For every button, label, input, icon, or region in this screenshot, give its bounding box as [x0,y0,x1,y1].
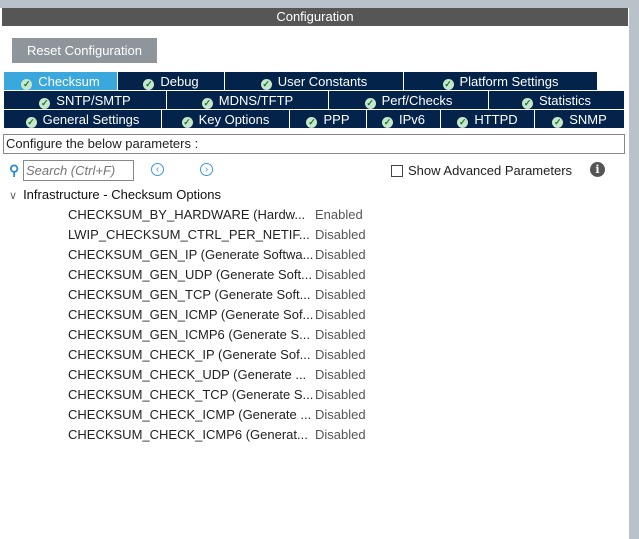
parameter-value[interactable]: Disabled [315,267,366,282]
parameter-name[interactable]: CHECKSUM_CHECK_TCP (Generate S... [68,387,313,402]
tab-row-2: ✓ SNTP/SMTP ✓ MDNS/TFTP ✓ Perf/Checks ✓ Statist… [4,91,625,110]
panel-title: Configuration [2,8,628,26]
tab-label: User Constants [277,74,368,89]
tab-user-constants[interactable]: ✓ User Constants [225,72,404,91]
tab-label: Platform Settings [459,74,559,89]
tab-ppp[interactable]: ✓ PPP [290,110,367,129]
check-circle-icon: ✓ [306,117,318,128]
parameter-name[interactable]: CHECKSUM_CHECK_UDP (Generate ... [68,367,306,382]
tab-label: Statistics [538,93,591,108]
check-circle-icon: ✓ [39,98,51,109]
check-circle-icon: ✓ [381,117,393,128]
tab-sntp-smtp[interactable]: ✓ SNTP/SMTP [4,91,167,110]
tab-perf-checks[interactable]: ✓ Perf/Checks [329,91,489,110]
tab-row-1: ✓ Checksum ✓ Debug ✓ User Constants ✓ Platform … [4,72,625,91]
tab-key-options[interactable]: ✓ Key Options [162,110,290,129]
tab-label: HTTPD [474,112,518,127]
check-circle-icon: ✓ [364,98,376,109]
parameter-value[interactable]: Enabled [315,207,363,222]
check-circle-icon: ✓ [552,117,564,128]
tab-general-settings[interactable]: ✓ General Settings [4,110,162,129]
check-circle-icon: ✓ [25,117,37,128]
next-icon[interactable]: › [200,163,213,176]
show-advanced-label: Show Advanced Parameters [408,163,573,178]
info-icon[interactable]: i [590,162,605,177]
check-circle-icon: ✓ [21,79,33,90]
parameter-value[interactable]: Disabled [315,427,366,442]
check-circle-icon: ✓ [457,117,469,128]
check-circle-icon: ✓ [260,79,272,90]
reset-configuration-button[interactable]: Reset Configuration [12,38,157,63]
check-circle-icon: ✓ [201,98,213,109]
parameter-value[interactable]: Disabled [315,407,366,422]
parameter-name[interactable]: CHECKSUM_CHECK_ICMP6 (Generat... [68,427,308,442]
tab-label: MDNS/TFTP [218,93,294,108]
tab-mdns-tftp[interactable]: ✓ MDNS/TFTP [167,91,329,110]
parameter-value[interactable]: Disabled [315,347,366,362]
parameter-name[interactable]: CHECKSUM_GEN_IP (Generate Softwa... [68,247,313,262]
parameter-value[interactable]: Disabled [315,247,366,262]
search-icon: ⚲ [9,162,20,178]
chevron-down-icon[interactable]: ∨ [9,190,17,202]
tab-debug[interactable]: ✓ Debug [118,72,225,91]
check-circle-icon: ✓ [143,79,155,90]
check-circle-icon: ✓ [521,98,533,109]
show-advanced-checkbox[interactable]: Show Advanced Parameters [391,163,572,178]
parameter-value[interactable]: Disabled [315,327,366,342]
parameter-name[interactable]: CHECKSUM_CHECK_IP (Generate Sof... [68,347,311,362]
group-label: Infrastructure - Checksum Options [23,187,222,202]
parameter-name[interactable]: LWIP_CHECKSUM_CTRL_PER_NETIF... [68,227,310,242]
parameter-name[interactable]: CHECKSUM_CHECK_ICMP (Generate ... [68,407,311,422]
check-circle-icon: ✓ [181,117,193,128]
parameter-name[interactable]: CHECKSUM_BY_HARDWARE (Hardw... [68,207,305,222]
parameter-name[interactable]: CHECKSUM_GEN_UDP (Generate Soft... [68,267,312,282]
tab-label: Perf/Checks [381,93,453,108]
tab-statistics[interactable]: ✓ Statistics [489,91,625,110]
tab-label: SNMP [569,112,607,127]
tab-label: Key Options [198,112,270,127]
tab-label: Debug [160,74,199,89]
parameter-name[interactable]: CHECKSUM_GEN_ICMP (Generate Sof... [68,307,313,322]
parameter-value[interactable]: Disabled [315,227,366,242]
tab-row-3: ✓ General Settings ✓ Key Options ✓ PPP ✓ IPv6 ✓ H… [4,110,625,129]
tab-label: SNTP/SMTP [56,93,131,108]
parameter-value[interactable]: Disabled [315,387,366,402]
configure-label: Configure the below parameters : [3,134,625,154]
parameter-value[interactable]: Disabled [315,307,366,322]
tab-label: IPv6 [398,112,425,127]
check-circle-icon: ✓ [442,79,454,90]
tree-group-header[interactable]: ∨ Infrastructure - Checksum Options [9,187,221,202]
tab-label: PPP [323,112,350,127]
tab-ipv6[interactable]: ✓ IPv6 [367,110,441,129]
parameter-value[interactable]: Disabled [315,287,366,302]
previous-icon[interactable]: ‹ [151,163,164,176]
parameter-name[interactable]: CHECKSUM_GEN_ICMP6 (Generate S... [68,327,310,342]
parameter-name[interactable]: CHECKSUM_GEN_TCP (Generate Soft... [68,287,311,302]
checkbox-icon[interactable] [391,164,403,177]
tab-label: Checksum [38,74,100,89]
search-input[interactable] [23,160,134,181]
tab-label: General Settings [42,112,140,127]
parameter-value[interactable]: Disabled [315,367,366,382]
tab-checksum[interactable]: ✓ Checksum [4,72,118,91]
tab-platform-settings[interactable]: ✓ Platform Settings [404,72,598,91]
tab-snmp[interactable]: ✓ SNMP [535,110,625,129]
tab-httpd[interactable]: ✓ HTTPD [441,110,535,129]
